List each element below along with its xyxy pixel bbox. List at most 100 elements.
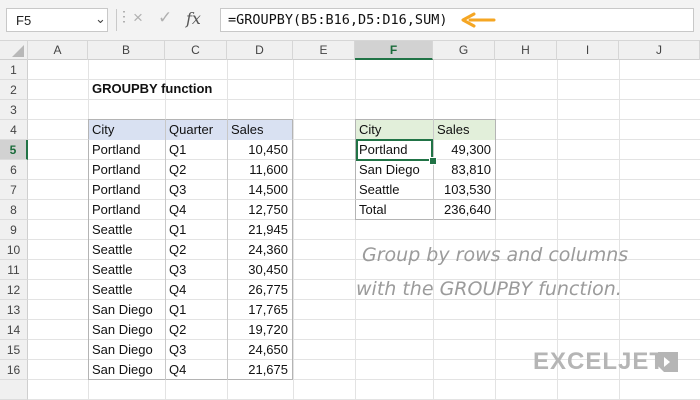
table-cell-quarter[interactable]: Q2 xyxy=(166,320,227,340)
table-cell-quarter[interactable]: Q1 xyxy=(166,140,227,160)
result-cell-sales[interactable]: 83,810 xyxy=(434,160,495,180)
table-cell-sales[interactable]: 19,720 xyxy=(228,320,292,340)
table-cell-quarter[interactable]: Q4 xyxy=(166,200,227,220)
table-cell-city[interactable]: Portland xyxy=(89,180,165,200)
table-cell-sales[interactable]: 14,500 xyxy=(228,180,292,200)
table-cell-city[interactable]: San Diego xyxy=(89,320,165,340)
exceljet-logo-icon xyxy=(658,352,678,372)
drag-handle-icon[interactable]: ⋮ xyxy=(117,8,131,25)
chevron-down-icon[interactable]: ⌄ xyxy=(95,11,106,27)
gridline xyxy=(28,79,700,80)
table-cell-sales[interactable]: 17,765 xyxy=(228,300,292,320)
table-header-city[interactable]: City xyxy=(89,120,165,140)
row-header-7[interactable]: 7 xyxy=(0,180,28,200)
formula-input[interactable]: =GROUPBY(B5:B16,D5:D16,SUM) xyxy=(220,8,694,32)
caption-line-1: Group by rows and columns xyxy=(362,244,629,266)
row-header-4[interactable]: 4 xyxy=(0,120,28,140)
arrow-left-icon xyxy=(461,12,496,28)
table-cell-quarter[interactable]: Q3 xyxy=(166,260,227,280)
row-header-9[interactable]: 9 xyxy=(0,220,28,240)
gridline xyxy=(433,60,434,400)
result-cell-sales[interactable]: 49,300 xyxy=(434,140,495,160)
table-cell-sales[interactable]: 30,450 xyxy=(228,260,292,280)
table-cell-city[interactable]: San Diego xyxy=(89,360,165,380)
column-header-c[interactable]: C xyxy=(165,41,227,60)
table-header-sales[interactable]: Sales xyxy=(228,120,292,140)
gridline xyxy=(28,99,700,100)
table-cell-quarter[interactable]: Q2 xyxy=(166,240,227,260)
result-cell-total-label[interactable]: Total xyxy=(356,200,433,220)
table-cell-sales[interactable]: 10,450 xyxy=(228,140,292,160)
insert-function-icon[interactable]: fx xyxy=(186,9,201,28)
table-cell-sales[interactable]: 21,945 xyxy=(228,220,292,240)
gridline xyxy=(495,60,496,400)
row-header-6[interactable]: 6 xyxy=(0,160,28,180)
row-header-17[interactable] xyxy=(0,380,28,400)
row-header-15[interactable]: 15 xyxy=(0,340,28,360)
column-header-f[interactable]: F xyxy=(355,41,433,60)
table-cell-sales[interactable]: 12,750 xyxy=(228,200,292,220)
gridline xyxy=(293,60,294,400)
table-cell-city[interactable]: Portland xyxy=(89,160,165,180)
name-box-value: F5 xyxy=(16,13,32,28)
row-header-13[interactable]: 13 xyxy=(0,300,28,320)
row-header-11[interactable]: 11 xyxy=(0,260,28,280)
table-cell-quarter[interactable]: Q4 xyxy=(166,280,227,300)
table-cell-city[interactable]: San Diego xyxy=(89,340,165,360)
formula-text: =GROUPBY(B5:B16,D5:D16,SUM) xyxy=(228,12,448,28)
table-cell-city[interactable]: Portland xyxy=(89,200,165,220)
column-header-e[interactable]: E xyxy=(293,41,355,60)
table-cell-city[interactable]: San Diego xyxy=(89,300,165,320)
table-cell-sales[interactable]: 24,360 xyxy=(228,240,292,260)
table-cell-quarter[interactable]: Q3 xyxy=(166,340,227,360)
table-cell-city[interactable]: Seattle xyxy=(89,220,165,240)
formula-bar-divider xyxy=(116,9,117,31)
exceljet-logo-text: EXCELJET xyxy=(533,348,666,375)
result-cell-total-value[interactable]: 236,640 xyxy=(434,200,495,220)
table-cell-city[interactable]: Seattle xyxy=(89,240,165,260)
column-header-a[interactable]: A xyxy=(28,41,88,60)
table-cell-sales[interactable]: 26,775 xyxy=(228,280,292,300)
active-cell-selection[interactable] xyxy=(356,139,433,161)
table-cell-quarter[interactable]: Q2 xyxy=(166,160,227,180)
table-cell-sales[interactable]: 24,650 xyxy=(228,340,292,360)
row-header-2[interactable]: 2 xyxy=(0,80,28,100)
caption-line-2: with the GROUPBY function. xyxy=(356,278,622,300)
row-header-5[interactable]: 5 xyxy=(0,140,28,160)
fill-handle[interactable] xyxy=(429,157,437,165)
row-header-8[interactable]: 8 xyxy=(0,200,28,220)
row-header-16[interactable]: 16 xyxy=(0,360,28,380)
row-header-3[interactable]: 3 xyxy=(0,100,28,120)
table-cell-quarter[interactable]: Q1 xyxy=(166,300,227,320)
table-cell-quarter[interactable]: Q3 xyxy=(166,180,227,200)
name-box[interactable]: F5 ⌄ xyxy=(6,8,108,32)
row-header-10[interactable]: 10 xyxy=(0,240,28,260)
column-header-d[interactable]: D xyxy=(227,41,293,60)
enter-icon[interactable]: ✓ xyxy=(158,8,172,28)
cancel-icon[interactable]: × xyxy=(133,8,143,28)
table-cell-city[interactable]: Portland xyxy=(89,140,165,160)
row-header-1[interactable]: 1 xyxy=(0,60,28,80)
select-all-corner[interactable] xyxy=(0,41,28,60)
row-header-12[interactable]: 12 xyxy=(0,280,28,300)
result-cell-city[interactable]: San Diego xyxy=(356,160,433,180)
table-cell-quarter[interactable]: Q1 xyxy=(166,220,227,240)
result-cell-city[interactable]: Seattle xyxy=(356,180,433,200)
table-cell-city[interactable]: Seattle xyxy=(89,280,165,300)
column-header-h[interactable]: H xyxy=(495,41,557,60)
result-header-sales[interactable]: Sales xyxy=(434,120,495,140)
row-header-14[interactable]: 14 xyxy=(0,320,28,340)
column-header-b[interactable]: B xyxy=(88,41,165,60)
table-cell-sales[interactable]: 11,600 xyxy=(228,160,292,180)
table-cell-sales[interactable]: 21,675 xyxy=(228,360,292,380)
result-header-city[interactable]: City xyxy=(356,120,433,140)
gridline xyxy=(355,60,356,400)
result-cell-sales[interactable]: 103,530 xyxy=(434,180,495,200)
table-cell-city[interactable]: Seattle xyxy=(89,260,165,280)
sheet-title: GROUPBY function xyxy=(92,81,213,96)
column-header-i[interactable]: I xyxy=(557,41,619,60)
table-cell-quarter[interactable]: Q4 xyxy=(166,360,227,380)
table-header-quarter[interactable]: Quarter xyxy=(166,120,227,140)
column-header-j[interactable]: J xyxy=(619,41,700,60)
column-header-g[interactable]: G xyxy=(433,41,495,60)
